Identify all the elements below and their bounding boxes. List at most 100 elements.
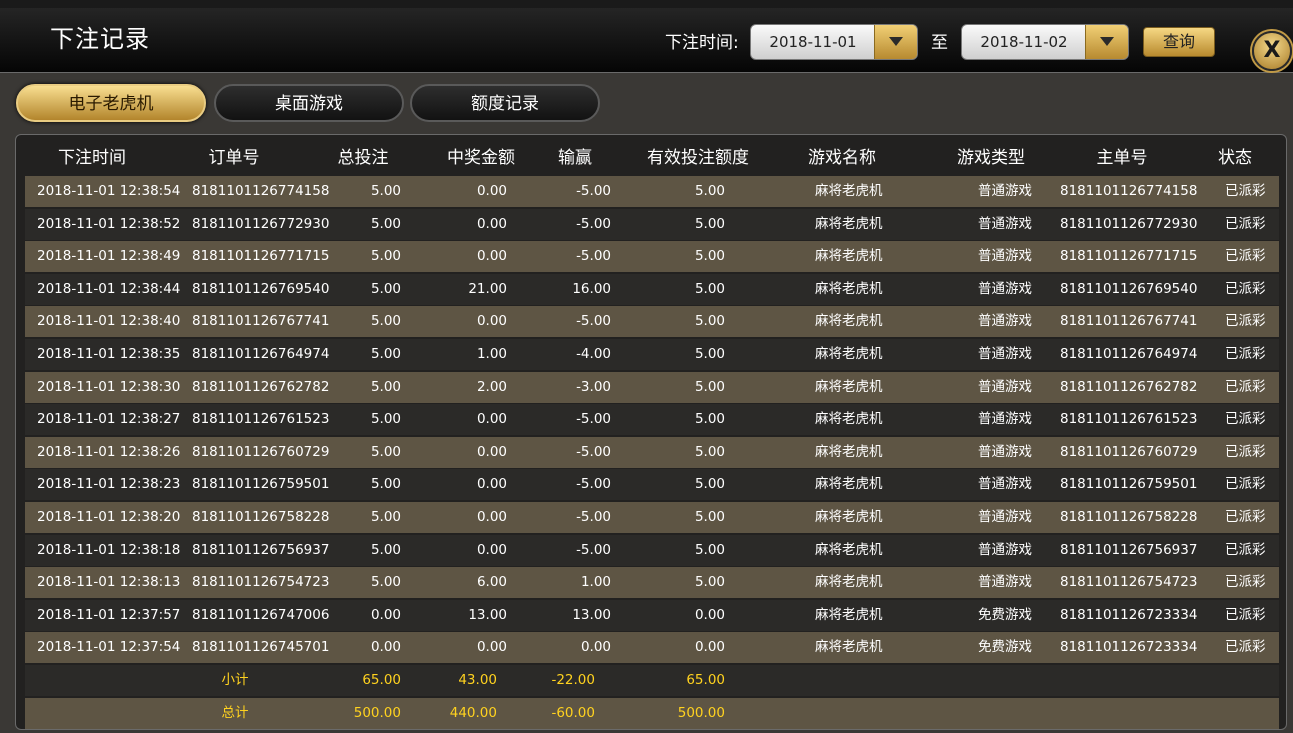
cell-total-bet: 0.00 [370,606,401,623]
table-header: 下注时间 订单号 总投注 中奖金额 输赢 有效投注额度 游戏名称 游戏类型 主单号 状态 [16,143,1286,173]
table-row[interactable]: 2018-11-01 12:37:57 8181101126747006 0.00 1… [25,599,1279,631]
cell-game-type: 普通游戏 [978,346,1032,362]
table-row[interactable]: 2018-11-01 12:38:35 8181101126764974 5.00 1… [25,339,1279,370]
sum-valid-bet: 65.00 [686,672,725,688]
chevron-down-icon[interactable] [874,25,917,59]
cell-valid-bet: 5.00 [694,313,725,330]
cell-master-order-no: 8181101126723334 [1060,606,1198,623]
cell-master-order-no: 8181101126767741 [1060,313,1198,330]
cell-game-name: 麻将老虎机 [815,443,883,460]
cell-status: 已派彩 [1225,215,1266,232]
cell-status: 已派彩 [1225,509,1266,525]
tab-slot-machine[interactable]: 电子老虎机 [16,84,206,122]
cell-profit: -3.00 [576,378,611,395]
close-icon[interactable]: X [1252,31,1292,71]
table-row[interactable]: 2018-11-01 12:38:52 8181101126772930 5.00 0… [25,208,1279,240]
cell-win-amount: 0.00 [476,411,507,428]
cell-win-amount: 2.00 [476,378,507,395]
cell-win-amount: 0.00 [476,509,507,525]
cell-total-bet: 5.00 [370,509,401,525]
cell-master-order-no: 8181101126759501 [1060,476,1198,493]
table-row[interactable]: 2018-11-01 12:38:23 8181101126759501 5.00 0… [25,469,1279,501]
tab-credit-records[interactable]: 额度记录 [410,84,600,122]
table-row[interactable]: 2018-11-01 12:38:44 8181101126769540 5.00 2… [25,273,1279,305]
table-row[interactable]: 2018-11-01 12:38:54 8181101126774158 5.00 0… [25,176,1279,207]
cell-game-name: 麻将老虎机 [815,509,883,525]
cell-valid-bet: 0.00 [694,606,725,623]
sum-valid-bet: 500.00 [677,704,725,721]
table-row[interactable]: 2018-11-01 12:38:13 8181101126754723 5.00 6… [25,567,1279,599]
cell-profit: 13.00 [572,606,611,623]
cell-status: 已派彩 [1225,606,1266,623]
cell-master-order-no: 8181101126761523 [1060,411,1198,428]
cell-game-type: 普通游戏 [978,443,1032,460]
cell-bet-time: 2018-11-01 12:38:26 [37,443,181,460]
sum-win-amount: 440.00 [449,704,497,721]
cell-total-bet: 5.00 [370,541,401,558]
tab-table-games[interactable]: 桌面游戏 [214,84,404,122]
start-date-select[interactable]: 2018-11-01 [750,24,918,60]
column-header-bet-time: 下注时间 [58,148,126,168]
cell-valid-bet: 5.00 [694,183,725,199]
cell-total-bet: 5.00 [370,280,401,297]
cell-profit: -4.00 [576,346,611,362]
table-row[interactable]: 2018-11-01 12:38:49 8181101126771715 5.00 0… [25,241,1279,273]
cell-profit: -5.00 [576,476,611,493]
cell-status: 已派彩 [1225,574,1266,591]
cell-profit: -5.00 [576,541,611,558]
end-date-select[interactable]: 2018-11-02 [961,24,1129,60]
cell-bet-time: 2018-11-01 12:38:40 [37,313,181,330]
bet-records-table: 下注时间 订单号 总投注 中奖金额 输赢 有效投注额度 游戏名称 游戏类型 主单号 状态 2018… [15,134,1287,730]
cell-game-name: 麻将老虎机 [815,280,883,297]
cell-game-type: 普通游戏 [978,183,1032,199]
cell-bet-time: 2018-11-01 12:38:54 [37,183,181,199]
cell-valid-bet: 5.00 [694,411,725,428]
grand-total-row: 总计 500.00 440.00 -60.00 500.00 [25,697,1279,729]
cell-master-order-no: 8181101126754723 [1060,574,1198,591]
cell-bet-time: 2018-11-01 12:38:44 [37,280,181,297]
cell-win-amount: 0.00 [476,313,507,330]
cell-bet-time: 2018-11-01 12:38:27 [37,411,181,428]
cell-profit: -5.00 [576,215,611,232]
chevron-down-icon[interactable] [1085,25,1128,59]
start-date-value: 2018-11-01 [769,33,857,51]
cell-master-order-no: 8181101126774158 [1060,183,1198,199]
cell-game-type: 普通游戏 [978,541,1032,558]
cell-valid-bet: 5.00 [694,346,725,362]
cell-profit: -5.00 [576,248,611,265]
sum-profit: -60.00 [551,704,595,721]
table-row[interactable]: 2018-11-01 12:37:54 8181101126745701 0.00 0… [25,632,1279,664]
cell-total-bet: 5.00 [370,411,401,428]
cell-total-bet: 5.00 [370,248,401,265]
table-row[interactable]: 2018-11-01 12:38:30 8181101126762782 5.00 2… [25,371,1279,403]
cell-total-bet: 5.00 [370,346,401,362]
cell-total-bet: 5.00 [370,443,401,460]
table-row[interactable]: 2018-11-01 12:38:27 8181101126761523 5.00 0… [25,404,1279,436]
cell-win-amount: 0.00 [476,215,507,232]
column-header-valid-bet: 有效投注额度 [647,148,749,168]
cell-bet-time: 2018-11-01 12:38:18 [37,541,181,558]
cell-game-name: 麻将老虎机 [815,378,883,395]
cell-game-type: 普通游戏 [978,411,1032,428]
cell-game-name: 麻将老虎机 [815,574,883,591]
cell-bet-time: 2018-11-01 12:38:20 [37,509,181,525]
cell-total-bet: 0.00 [370,639,401,656]
cell-master-order-no: 8181101126723334 [1060,639,1198,656]
cell-master-order-no: 8181101126769540 [1060,280,1198,297]
table-row[interactable]: 2018-11-01 12:38:20 8181101126758228 5.00 0… [25,502,1279,533]
sum-label: 小计 [221,672,249,688]
header-bar: 下注记录 下注时间: 2018-11-01 至 2018-11-02 查询 X [0,8,1293,73]
cell-bet-time: 2018-11-01 12:38:35 [37,346,181,362]
table-row[interactable]: 2018-11-01 12:38:26 8181101126760729 5.00 0… [25,436,1279,468]
table-row[interactable]: 2018-11-01 12:38:40 8181101126767741 5.00 0… [25,306,1279,338]
cell-status: 已派彩 [1225,443,1266,460]
cell-valid-bet: 5.00 [694,509,725,525]
table-row[interactable]: 2018-11-01 12:38:18 8181101126756937 5.00 0… [25,534,1279,566]
subtotal-row: 小计 65.00 43.00 -22.00 65.00 [25,665,1279,696]
cell-total-bet: 5.00 [370,183,401,199]
column-header-game-type: 游戏类型 [957,148,1025,168]
query-button[interactable]: 查询 [1143,27,1215,57]
cell-master-order-no: 8181101126772930 [1060,215,1198,232]
cell-status: 已派彩 [1225,183,1266,199]
cell-game-name: 麻将老虎机 [815,639,883,656]
